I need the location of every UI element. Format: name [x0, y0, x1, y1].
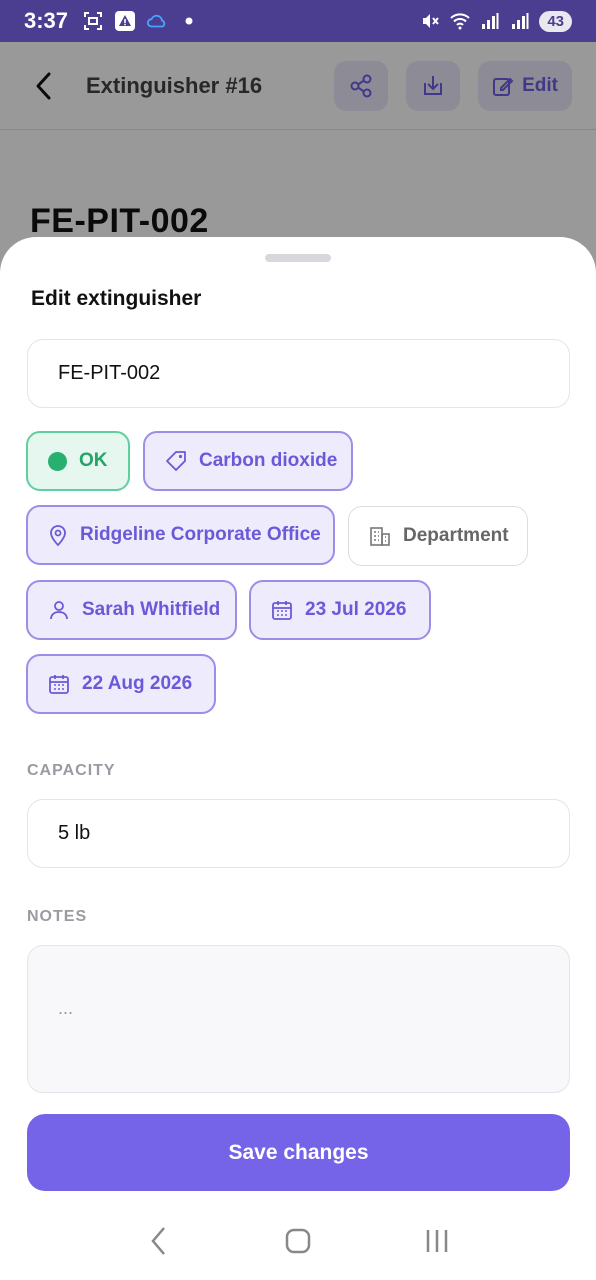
notes-textarea[interactable]: ...: [27, 945, 570, 1093]
status-time: 3:37: [24, 8, 69, 33]
location-pin-icon: [48, 524, 68, 546]
name-input-value: FE-PIT-002: [58, 362, 161, 384]
nav-back-icon: [151, 1227, 166, 1255]
notes-placeholder: ...: [58, 998, 74, 1018]
signal-icon: [509, 10, 531, 32]
inspection-date-label: 23 Jul 2026: [305, 599, 407, 620]
type-chip-label: Carbon dioxide: [199, 450, 338, 471]
location-chip-label: Ridgeline Corporate Office: [80, 524, 321, 545]
cloud-icon: [146, 10, 168, 32]
user-icon: [48, 599, 70, 621]
name-input[interactable]: FE-PIT-002: [27, 339, 570, 408]
building-icon: [369, 525, 391, 547]
location-chip[interactable]: Ridgeline Corporate Office: [26, 505, 335, 565]
sheet-drag-handle[interactable]: [265, 254, 331, 262]
status-chip-label: OK: [79, 450, 108, 471]
screenshot-icon: [82, 10, 104, 32]
tag-icon: [165, 450, 187, 472]
status-icons-right: 43: [419, 10, 572, 32]
inspection-date-chip[interactable]: 23 Jul 2026: [249, 580, 431, 640]
sheet-title: Edit extinguisher: [31, 287, 202, 310]
due-date-chip[interactable]: 22 Aug 2026: [26, 654, 216, 714]
capacity-input[interactable]: 5 lb: [27, 799, 570, 868]
notes-label: NOTES: [27, 908, 88, 925]
department-chip-label: Department: [403, 525, 509, 546]
due-date-label: 22 Aug 2026: [82, 673, 193, 694]
nav-recents-button[interactable]: [407, 1216, 467, 1266]
dot-icon: [178, 10, 200, 32]
capacity-input-value: 5 lb: [58, 822, 91, 844]
capacity-label: CAPACITY: [27, 762, 116, 779]
calendar-icon: [48, 673, 70, 695]
nav-recents-icon: [426, 1230, 447, 1252]
mute-icon: [419, 10, 441, 32]
wifi-icon: [449, 10, 471, 32]
status-icons-left: [82, 10, 200, 32]
nav-home-button[interactable]: [268, 1216, 328, 1266]
status-chip[interactable]: OK: [26, 431, 130, 491]
save-changes-button[interactable]: Save changes: [27, 1114, 570, 1191]
nav-back-button[interactable]: [129, 1216, 189, 1266]
nav-home-icon: [285, 1228, 311, 1254]
edit-sheet: Edit extinguisher FE-PIT-002 OK Carbon d…: [0, 237, 596, 1280]
signal-icon: [479, 10, 501, 32]
status-dot-icon: [48, 451, 67, 471]
department-chip[interactable]: Department: [348, 506, 528, 566]
type-chip[interactable]: Carbon dioxide: [143, 431, 353, 491]
system-nav-bar: [0, 1202, 596, 1280]
status-bar: 3:37 43: [0, 0, 596, 42]
alert-icon: [114, 10, 136, 32]
calendar-icon: [271, 599, 293, 621]
battery-indicator: 43: [539, 10, 572, 32]
assignee-chip-label: Sarah Whitfield: [82, 599, 221, 620]
assignee-chip[interactable]: Sarah Whitfield: [26, 580, 237, 640]
